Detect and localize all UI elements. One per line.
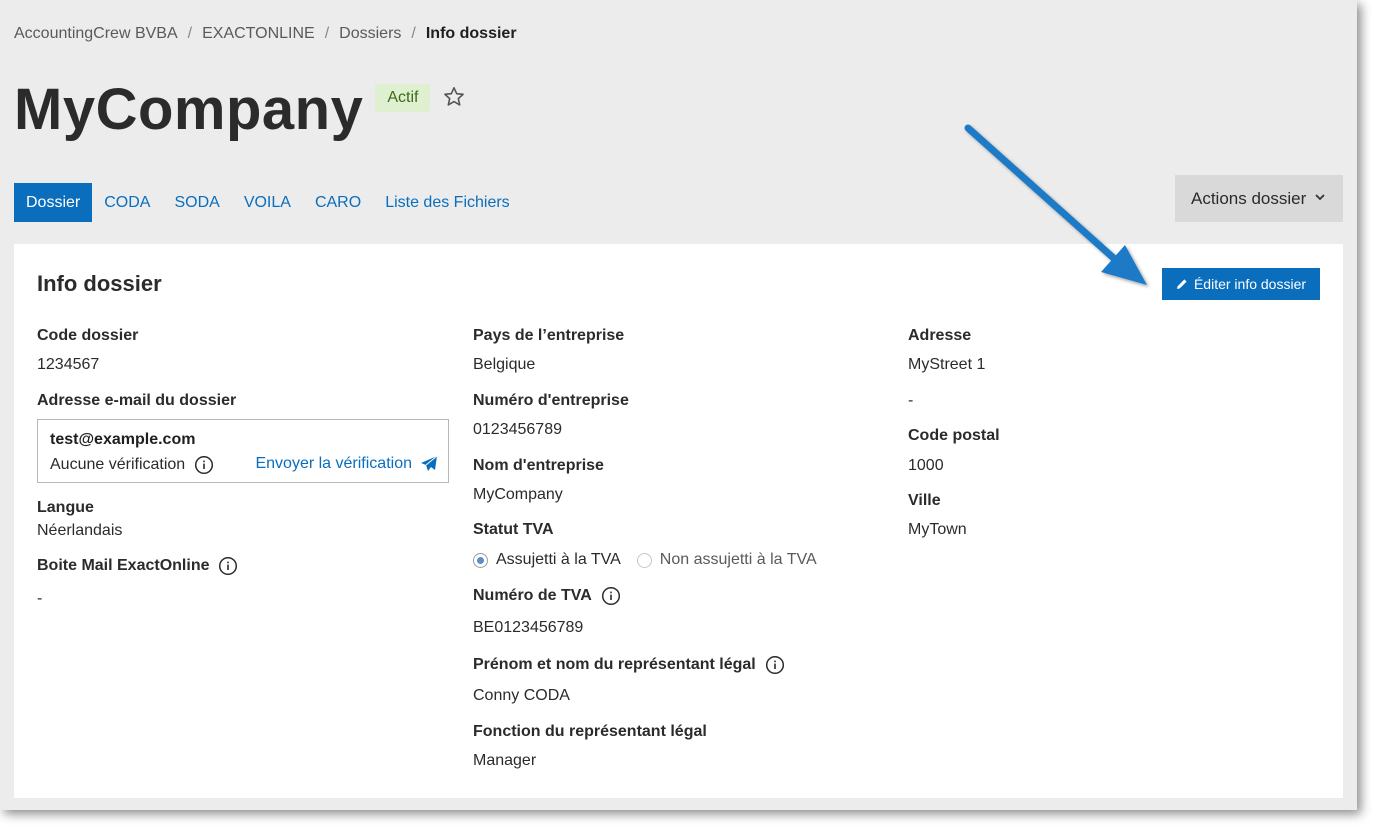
vat-option-not-subject[interactable]: Non assujetti à la TVA	[636, 551, 817, 569]
card-title: Info dossier	[37, 271, 162, 296]
rep-function-label: Fonction du représentant légal	[473, 723, 707, 740]
breadcrumb-dossiers[interactable]: Dossiers	[339, 25, 401, 43]
tab-liste-des-fichiers[interactable]: Liste des Fichiers	[373, 183, 522, 222]
edit-info-dossier-button[interactable]: Éditer info dossier	[1162, 268, 1320, 300]
title-row: MyCompany Actif	[14, 76, 466, 144]
page-title: MyCompany	[14, 77, 364, 142]
address-label: Adresse	[908, 327, 972, 344]
pencil-icon	[1176, 279, 1187, 289]
mailbox-label-text: Boite Mail ExactOnline	[37, 557, 210, 574]
breadcrumb: AccountingCrew BVBA / EXACTONLINE / Doss…	[14, 25, 517, 43]
tab-voila[interactable]: VOILA	[232, 183, 303, 222]
star-icon[interactable]	[442, 85, 466, 109]
actions-dossier-dropdown[interactable]: Actions dossier	[1175, 175, 1343, 222]
company-number-label: Numéro d'entreprise	[473, 392, 629, 409]
tab-coda[interactable]: CODA	[92, 183, 162, 222]
verification-status: Aucune vérification	[50, 455, 214, 475]
tab-soda[interactable]: SODA	[162, 183, 231, 222]
breadcrumb-separator: /	[324, 25, 330, 42]
vat-option-subject[interactable]: Assujetti à la TVA	[473, 551, 621, 569]
info-icon[interactable]	[765, 655, 785, 675]
code-dossier-value: 1234567	[37, 356, 100, 373]
send-verification-text: Envoyer la vérification	[255, 455, 412, 472]
tab-bar: Dossier CODA SODA VOILA CARO Liste des F…	[14, 183, 522, 222]
actions-dossier-label: Actions dossier	[1191, 188, 1307, 208]
tab-dossier[interactable]: Dossier	[14, 183, 93, 222]
rep-function-value: Manager	[473, 752, 537, 769]
postal-code-value: 1000	[908, 457, 944, 474]
breadcrumb-separator: /	[411, 25, 416, 42]
send-icon	[421, 455, 438, 471]
country-label: Pays de l’entreprise	[473, 327, 625, 344]
langue-value: Néerlandais	[37, 522, 123, 539]
info-icon[interactable]	[194, 455, 214, 475]
vat-number-label-text: Numéro de TVA	[473, 587, 592, 604]
mailbox-value: -	[37, 590, 43, 607]
country-value: Belgique	[473, 356, 536, 373]
status-badge: Actif	[375, 84, 431, 112]
edit-button-label: Éditer info dossier	[1193, 276, 1307, 292]
rep-name-label-text: Prénom et nom du représentant légal	[473, 656, 756, 673]
vat-option-not-subject-label: Non assujetti à la TVA	[659, 551, 817, 568]
langue-label: Langue	[37, 499, 94, 516]
postal-code-label: Code postal	[908, 427, 1000, 444]
info-dossier-card: Info dossier Éditer info dossier Code do…	[14, 244, 1343, 798]
info-icon[interactable]	[601, 586, 621, 606]
code-dossier-label: Code dossier	[37, 327, 139, 344]
breadcrumb-exactonline[interactable]: EXACTONLINE	[202, 25, 315, 43]
verification-status-text: Aucune vérification	[50, 456, 186, 473]
vat-status-label: Statut TVA	[473, 521, 554, 538]
company-name-value: MyCompany	[473, 486, 563, 503]
email-label: Adresse e-mail du dossier	[37, 392, 237, 409]
vat-status-radio-group: Assujetti à la TVA Non assujetti à la TV…	[473, 551, 833, 569]
breadcrumb-company[interactable]: AccountingCrew BVBA	[14, 25, 178, 43]
vat-number-value: BE0123456789	[473, 619, 584, 636]
email-value: test@example.com	[50, 431, 196, 448]
rep-name-value: Conny CODA	[473, 687, 570, 704]
send-verification-link[interactable]: Envoyer la vérification	[255, 455, 438, 473]
city-value: MyTown	[908, 521, 967, 538]
tab-caro[interactable]: CARO	[303, 183, 373, 222]
rep-name-label: Prénom et nom du représentant légal	[473, 655, 785, 675]
breadcrumb-current: Info dossier	[425, 25, 517, 42]
breadcrumb-separator: /	[187, 25, 193, 42]
vat-option-subject-label: Assujetti à la TVA	[496, 551, 621, 568]
city-label: Ville	[908, 492, 941, 509]
app-window: AccountingCrew BVBA / EXACTONLINE / Doss…	[0, 0, 1357, 810]
radio-button[interactable]	[636, 552, 652, 568]
address-line2: -	[908, 392, 914, 409]
mailbox-label: Boite Mail ExactOnline	[37, 556, 238, 576]
company-number-value: 0123456789	[473, 421, 562, 438]
chevron-down-icon	[1315, 194, 1325, 201]
company-name-label: Nom d'entreprise	[473, 457, 604, 474]
address-line1: MyStreet 1	[908, 356, 986, 373]
vat-number-label: Numéro de TVA	[473, 586, 621, 606]
info-icon[interactable]	[218, 556, 238, 576]
email-box: test@example.com Aucune vérification Env…	[37, 419, 449, 483]
radio-button-checked[interactable]	[473, 552, 488, 568]
